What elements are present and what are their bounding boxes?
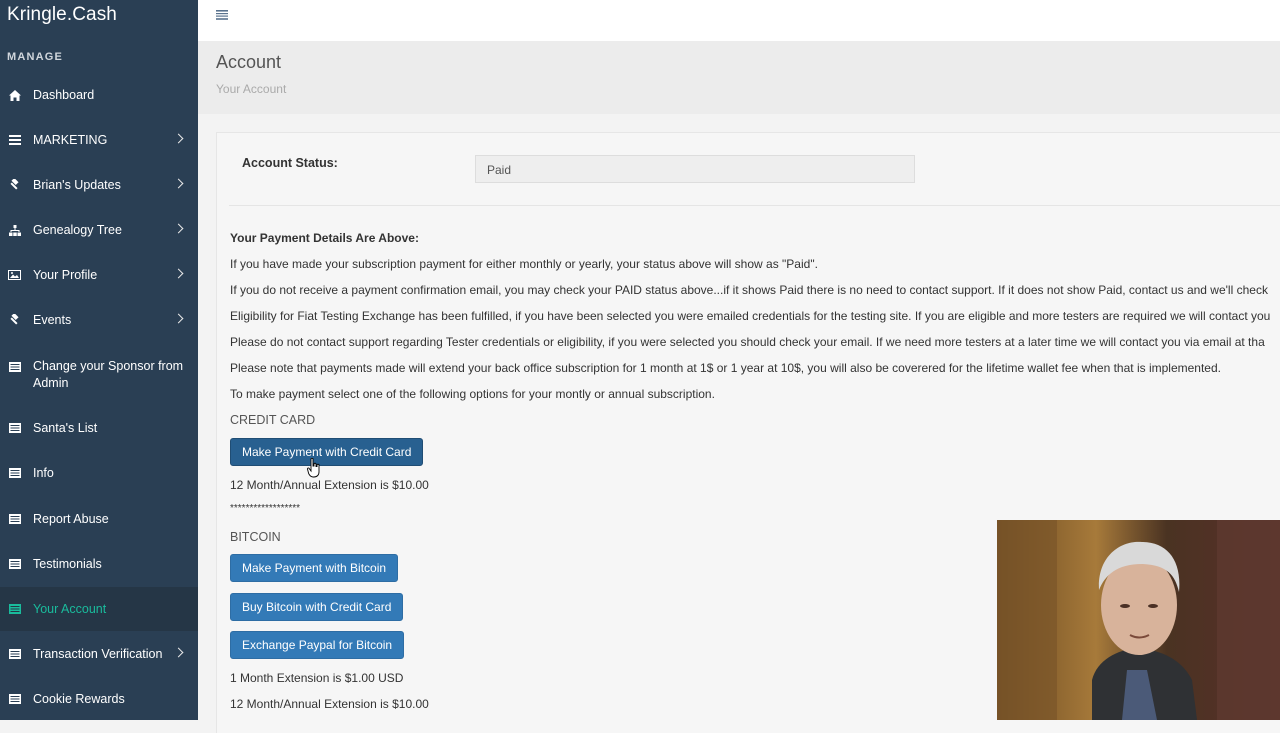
- sidebar-item-label: Dashboard: [33, 88, 95, 102]
- sidebar-item-info[interactable]: Info: [0, 451, 198, 495]
- sidebar-item-events[interactable]: Events: [0, 298, 198, 342]
- sidebar-item-label: Testimonials: [33, 557, 102, 571]
- list-icon: [8, 422, 21, 435]
- pay-bitcoin-button[interactable]: Make Payment with Bitcoin: [230, 554, 399, 582]
- sidebar-item-cookie-rewards[interactable]: Cookie Rewards: [0, 677, 198, 721]
- sidebar-item-label: Cookie Rewards: [33, 692, 125, 706]
- info-line: To make payment select one of the follow…: [230, 387, 715, 401]
- sidebar-item-brians-updates[interactable]: Brian's Updates: [0, 163, 198, 207]
- sidebar-item-label: Brian's Updates: [33, 178, 121, 192]
- credit-card-note: 12 Month/Annual Extension is $10.00: [230, 478, 429, 492]
- info-line: If you do not receive a payment confirma…: [230, 283, 1268, 297]
- sidebar-item-testimonials[interactable]: Testimonials: [0, 542, 198, 586]
- info-line: Please note that payments made will exte…: [230, 361, 1221, 375]
- chevron-right-icon: [173, 223, 184, 234]
- top-navbar: [198, 0, 1280, 42]
- chevron-right-icon: [173, 133, 184, 144]
- webcam-overlay: [997, 520, 1280, 720]
- list-icon: [8, 467, 21, 480]
- bars-icon: [8, 134, 21, 147]
- sidebar-item-label: Your Account: [33, 602, 107, 616]
- sidebar-item-label: Events: [33, 313, 72, 327]
- list-icon: [8, 360, 21, 373]
- sitemap-icon: [8, 224, 21, 237]
- page-subtitle: Your Account: [216, 82, 287, 96]
- chevron-right-icon: [173, 178, 184, 189]
- sidebar-item-change-sponsor[interactable]: Change your Sponsor from Admin: [0, 350, 198, 412]
- bitcoin-note: 12 Month/Annual Extension is $10.00: [230, 697, 429, 711]
- sidebar-item-transaction-verification[interactable]: Transaction Verification: [0, 632, 198, 676]
- list-icon: [8, 603, 21, 616]
- exchange-paypal-button[interactable]: Exchange Paypal for Bitcoin: [230, 631, 405, 659]
- info-line: Eligibility for Fiat Testing Exchange ha…: [230, 309, 1271, 323]
- account-status-field: Paid: [475, 155, 915, 183]
- list-icon: [8, 648, 21, 661]
- pay-credit-card-button[interactable]: Make Payment with Credit Card: [230, 438, 424, 466]
- chevron-right-icon: [173, 268, 184, 279]
- bitcoin-note: 1 Month Extension is $1.00 USD: [230, 671, 404, 685]
- sidebar-item-santas-list[interactable]: Santa's List: [0, 406, 198, 450]
- sidebar-item-dashboard[interactable]: Dashboard: [0, 73, 198, 117]
- divider: [229, 205, 1280, 206]
- sidebar-item-your-account[interactable]: Your Account: [0, 587, 198, 631]
- list-icon: [8, 513, 21, 526]
- gavel-icon: [8, 314, 21, 327]
- sidebar-item-label: MARKETING: [33, 133, 108, 147]
- sidebar-item-label: Transaction Verification: [33, 647, 163, 661]
- image-icon: [8, 269, 21, 282]
- sidebar: Kringle.Cash MANAGE Dashboard MARKETING …: [0, 0, 198, 720]
- credit-card-label: CREDIT CARD: [230, 413, 316, 427]
- sidebar-item-label: Santa's List: [33, 421, 98, 435]
- info-line: Please do not contact support regarding …: [230, 335, 1265, 349]
- sidebar-item-label: Genealogy Tree: [33, 223, 122, 237]
- sidebar-item-label: Info: [33, 466, 54, 480]
- sidebar-item-label: Report Abuse: [33, 512, 109, 526]
- bitcoin-label: BITCOIN: [230, 530, 281, 544]
- separator-text: ******************: [230, 503, 301, 514]
- chevron-right-icon: [173, 647, 184, 658]
- hand-cursor-icon: [307, 457, 321, 478]
- home-icon: [8, 89, 21, 102]
- payment-details-heading: Your Payment Details Are Above:: [230, 231, 419, 245]
- chevron-right-icon: [173, 313, 184, 324]
- sidebar-item-genealogy-tree[interactable]: Genealogy Tree: [0, 208, 198, 252]
- account-status-label: Account Status:: [242, 156, 338, 170]
- sidebar-item-label: Your Profile: [33, 268, 98, 282]
- sidebar-item-label: Change your Sponsor from Admin: [33, 359, 184, 390]
- buy-bitcoin-button[interactable]: Buy Bitcoin with Credit Card: [230, 593, 404, 621]
- info-line: If you have made your subscription payme…: [230, 257, 818, 271]
- sidebar-item-marketing[interactable]: MARKETING: [0, 118, 198, 162]
- list-icon: [8, 693, 21, 706]
- menu-toggle-icon[interactable]: [216, 9, 228, 20]
- gavel-icon: [8, 179, 21, 192]
- sidebar-item-your-profile[interactable]: Your Profile: [0, 253, 198, 297]
- page-header: Account Your Account: [198, 41, 1280, 114]
- list-icon: [8, 558, 21, 571]
- page-title: Account: [216, 52, 282, 72]
- sidebar-item-report-abuse[interactable]: Report Abuse: [0, 497, 198, 541]
- sidebar-section-title: MANAGE: [7, 51, 64, 63]
- brand-logo[interactable]: Kringle.Cash: [7, 4, 117, 26]
